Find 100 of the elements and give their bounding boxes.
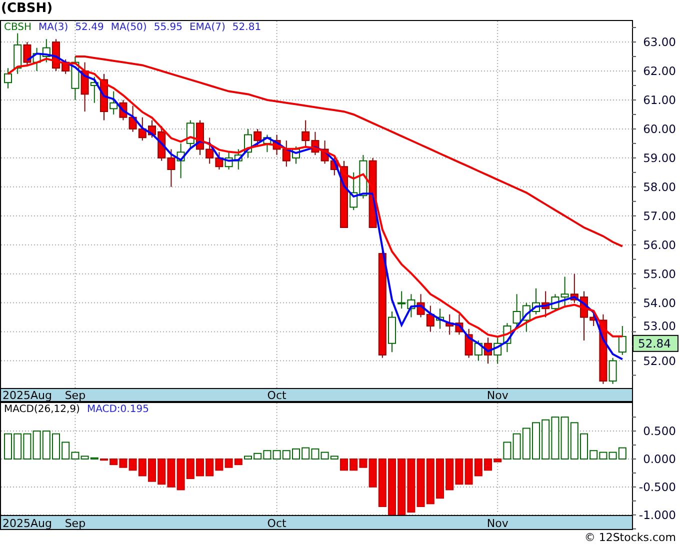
candlestick [426,305,434,332]
date-label: Sep [64,389,86,402]
candlestick [186,120,194,150]
candlestick [292,146,300,164]
candlestick [570,273,578,304]
histogram-bar [436,458,444,499]
macd-axis-label: 0.000 [643,452,676,466]
histogram-bar [4,433,12,460]
histogram-bar [224,458,233,468]
legend-label: 52.81 [232,22,262,33]
candlestick [446,314,454,336]
candlestick [167,148,176,188]
histogram-bar [158,458,166,485]
date-label: Nov [486,389,508,402]
histogram-bar [263,450,272,460]
histogram-bar [282,450,290,460]
candlestick [128,105,137,132]
histogram-bar [542,419,550,460]
candlestick [282,140,290,168]
date-label: 2025Aug [2,517,52,530]
date-label: Sep [64,517,86,530]
copyright-text: © 12Stocks.com [583,530,677,546]
last-price-badge: 52.84 [632,334,678,352]
legend-label: 55.95 [154,22,182,33]
candlestick [176,142,185,179]
date-label: Oct [267,389,286,402]
chart-title: (CBSH) [0,0,54,18]
candlestick [522,302,530,332]
candlestick [330,154,338,176]
candlestick [474,340,482,362]
histogram-bar [148,458,156,482]
histogram-bar [522,428,530,460]
legend-label: MA(50) [110,22,147,33]
candlestick [42,38,50,63]
candlestick [580,290,588,341]
histogram-bar [23,433,32,460]
histogram-bar [426,458,434,504]
histogram-bar [14,433,22,460]
histogram-bar [407,458,416,513]
price-axis-label: 62.00 [643,64,676,78]
macd-axis-label: -0.500 [638,480,676,494]
histogram-bar [244,456,252,460]
candlestick [244,128,252,158]
histogram-bar [532,422,540,460]
candlestick [350,172,358,211]
candlestick [224,152,233,170]
candlestick [464,328,473,358]
histogram-bar [292,448,300,460]
histogram-bar [398,458,406,516]
candlestick [320,140,329,164]
histogram-bar [580,433,588,460]
date-label: Nov [486,517,508,530]
candlestick [263,134,272,153]
candlestick [302,120,310,147]
candlestick [119,99,128,121]
price-axis-label: 54.00 [643,296,676,310]
price-axis-label: 59.00 [643,150,676,165]
candlestick [234,148,242,170]
candlestick [398,290,406,310]
histogram-bar [484,458,492,471]
price-axis-label: 53.00 [643,318,676,333]
candlestick [100,73,108,121]
price-axis-label: 55.00 [643,266,676,281]
macd-axis-label: -1.000 [638,508,676,522]
candlestick [254,128,262,147]
price-axis-label: 57.00 [643,208,676,223]
candlestick [494,337,502,364]
date-label: Oct [267,517,286,530]
candlestick [148,120,156,138]
candlestick [484,337,492,364]
candlestick [416,294,425,318]
histogram-bar [100,458,108,461]
price-axis-label: 52.00 [643,354,676,368]
candlestick [311,131,320,156]
candlestick [158,126,166,162]
candlestick [4,68,12,89]
candlestick [512,294,521,326]
candlestick [272,134,281,156]
price-axis-label: 60.00 [643,122,676,136]
candlestick [110,90,118,115]
histogram-bar [560,416,569,460]
histogram-bar [350,458,358,471]
histogram-bar [42,430,50,460]
legend-label: MACD:0.195 [86,404,149,415]
legend-label: CBSH [4,22,32,33]
candlestick [455,314,464,336]
candlestick [407,294,416,318]
legend-label: MACD(26,12,9) [4,404,80,415]
price-axis-label: 61.00 [643,92,676,107]
histogram-bar [446,458,454,490]
price-axis-label: 58.00 [643,180,676,194]
price-axis-label: 63.00 [643,35,676,50]
candlestick [618,326,626,356]
histogram-bar [119,458,128,468]
histogram-bar [52,433,60,460]
candlestick [532,288,540,315]
histogram-bar [272,450,281,460]
candlestick [138,116,146,142]
legend-label: MA(3) [38,22,68,33]
histogram-bar [32,430,41,460]
